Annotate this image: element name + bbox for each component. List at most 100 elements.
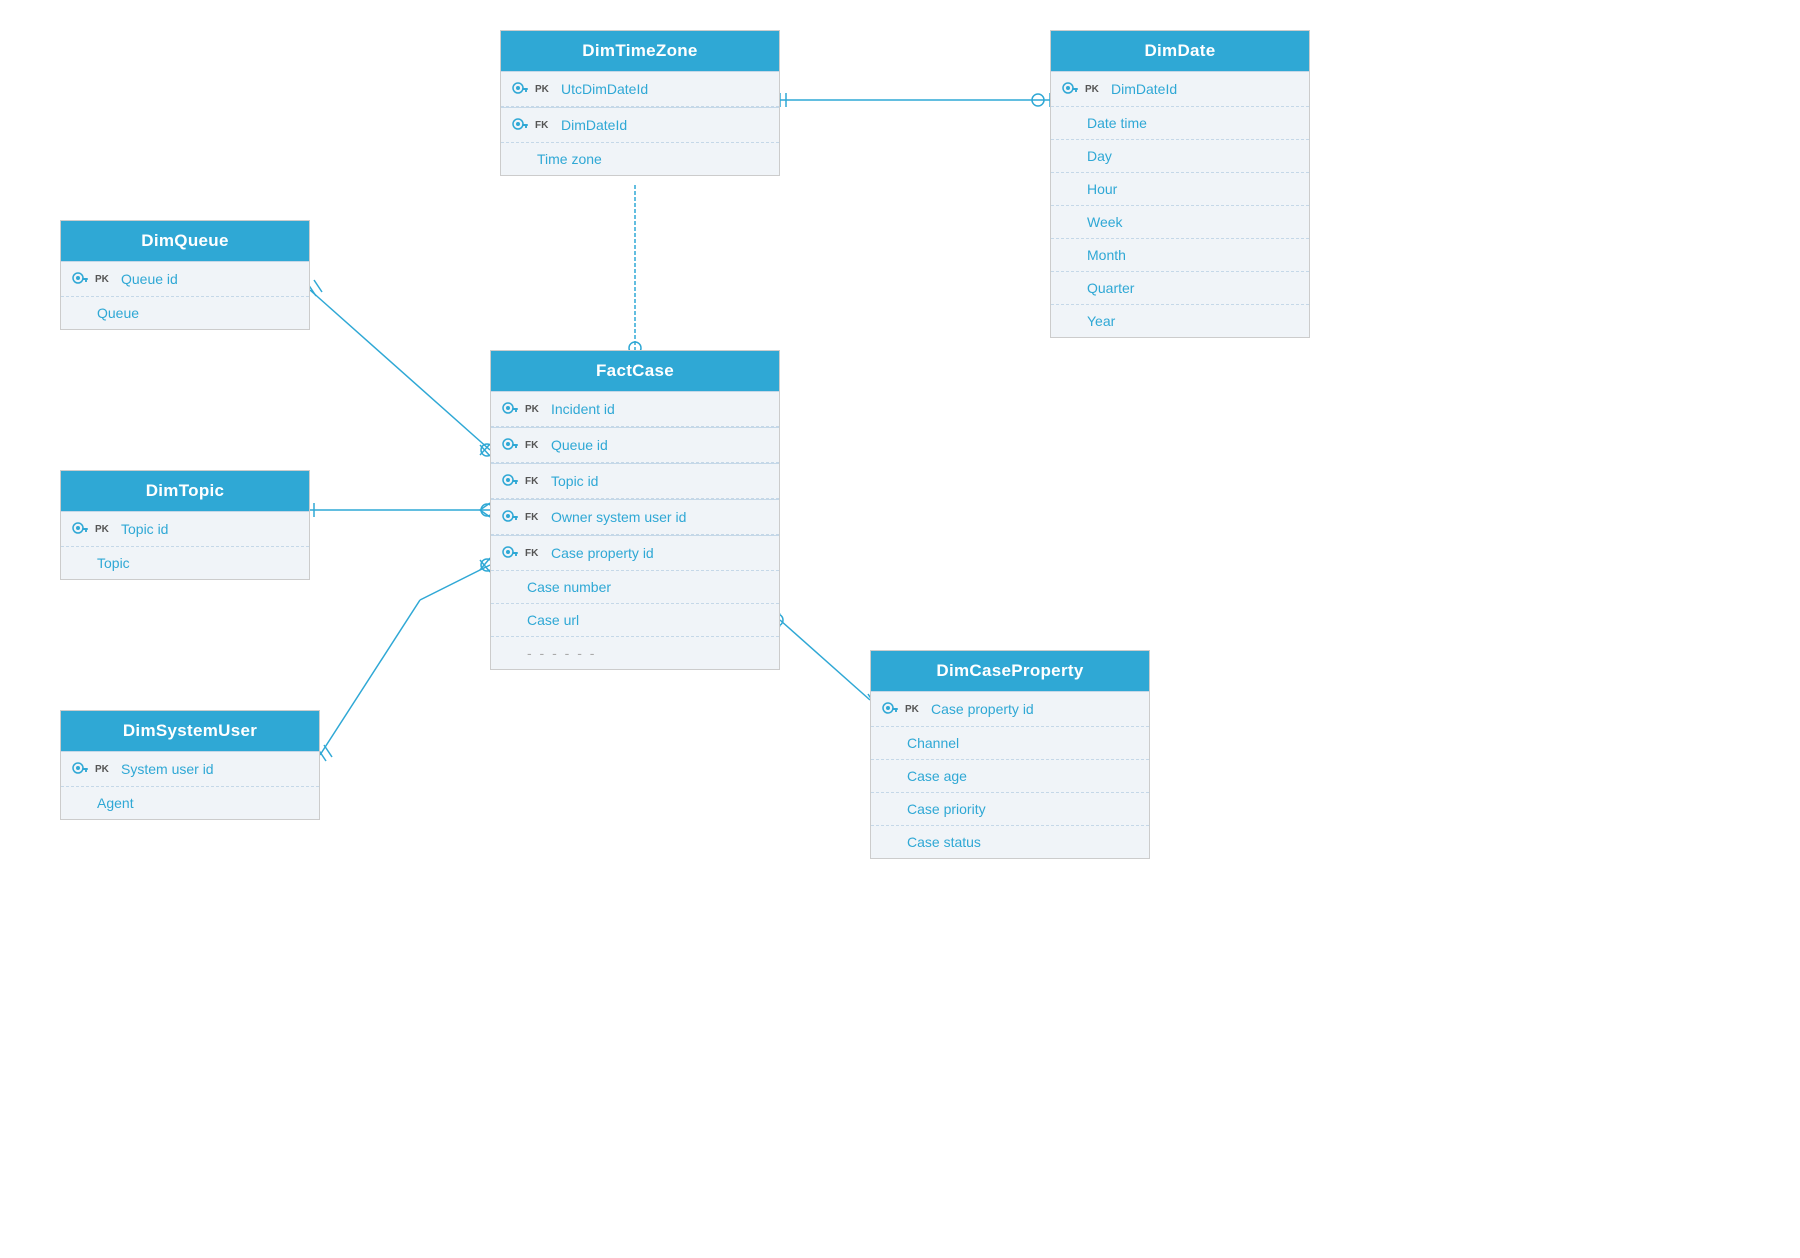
- factcase-fk4-badge: FK: [525, 548, 545, 559]
- factcase-row-fk-topic: FK Topic id: [491, 463, 779, 499]
- dimtopic-pk-badge: PK: [95, 524, 115, 535]
- entity-dimtopic-header: DimTopic: [61, 471, 309, 511]
- entity-dimdate-header: DimDate: [1051, 31, 1309, 71]
- factcase-row-dots: - - - - - -: [491, 637, 779, 669]
- dimcaseproperty-field-channel: Channel: [907, 735, 959, 751]
- dimtopic-row-pk: PK Topic id: [61, 511, 309, 547]
- entity-dimsystemuser: DimSystemUser PK System user id Agent: [60, 710, 320, 820]
- dimdate-row-day: Day: [1051, 140, 1309, 173]
- dimcaseproperty-field-casestatus: Case status: [907, 834, 981, 850]
- entity-dimcaseproperty-body: PK Case property id Channel Case age Cas…: [871, 691, 1149, 858]
- dimcaseproperty-row-casestatus: Case status: [871, 826, 1149, 858]
- entity-dimsystemuser-body: PK System user id Agent: [61, 751, 319, 819]
- factcase-field-caseprop: Case property id: [551, 545, 654, 561]
- dimdate-row-pk: PK DimDateId: [1051, 71, 1309, 107]
- dimtimezone-field-timezone: Time zone: [537, 151, 602, 167]
- dimdate-field-quarter: Quarter: [1087, 280, 1134, 296]
- key-icon-dimtopic-pk: [71, 520, 89, 538]
- factcase-field-caseurl: Case url: [527, 612, 579, 628]
- entity-dimsystemuser-header: DimSystemUser: [61, 711, 319, 751]
- dimdate-field-month: Month: [1087, 247, 1126, 263]
- dimqueue-field-id: Queue id: [121, 271, 178, 287]
- dimdate-pk-badge: PK: [1085, 84, 1105, 95]
- entity-dimtimezone-body: PK UtcDimDateId FK DimDateId Time zone: [501, 71, 779, 175]
- key-icon-dimcaseproperty-pk: [881, 700, 899, 718]
- entity-dimtimezone-header: DimTimeZone: [501, 31, 779, 71]
- dimtimezone-row-fk: FK DimDateId: [501, 107, 779, 143]
- dimqueue-row-pk: PK Queue id: [61, 261, 309, 297]
- key-icon-factcase-fk1: [501, 436, 519, 454]
- dimqueue-row-queue: Queue: [61, 297, 309, 329]
- dimcaseproperty-row-casepriority: Case priority: [871, 793, 1149, 826]
- key-icon-dimdate-pk: [1061, 80, 1079, 98]
- dimdate-field-datetime: Date time: [1087, 115, 1147, 131]
- entity-dimtimezone: DimTimeZone PK UtcDimDateId FK DimDateId…: [500, 30, 780, 176]
- dimsystemuser-row-agent: Agent: [61, 787, 319, 819]
- dimdate-row-hour: Hour: [1051, 173, 1309, 206]
- factcase-field-casenumber: Case number: [527, 579, 611, 595]
- factcase-pk-badge: PK: [525, 404, 545, 415]
- factcase-field-incident: Incident id: [551, 401, 615, 417]
- dimdate-field-id: DimDateId: [1111, 81, 1177, 97]
- dimsystemuser-pk-badge: PK: [95, 764, 115, 775]
- dimtopic-row-topic: Topic: [61, 547, 309, 579]
- entity-dimdate: DimDate PK DimDateId Date time Day Hour …: [1050, 30, 1310, 338]
- dimtimezone-pk-badge: PK: [535, 84, 555, 95]
- key-icon-factcase-fk4: [501, 544, 519, 562]
- factcase-row-caseurl: Case url: [491, 604, 779, 637]
- dimsystemuser-field-agent: Agent: [97, 795, 134, 811]
- dimtimezone-field-utcdimdate: UtcDimDateId: [561, 81, 648, 97]
- dimcaseproperty-pk-badge: PK: [905, 704, 925, 715]
- key-icon-factcase-fk3: [501, 508, 519, 526]
- dimdate-field-week: Week: [1087, 214, 1123, 230]
- factcase-field-topic: Topic id: [551, 473, 598, 489]
- key-icon-fk1: [511, 116, 529, 134]
- dimdate-field-hour: Hour: [1087, 181, 1117, 197]
- diagram-container: DimTimeZone PK UtcDimDateId FK DimDateId…: [0, 0, 1800, 1258]
- factcase-row-casenumber: Case number: [491, 571, 779, 604]
- factcase-fk1-badge: FK: [525, 440, 545, 451]
- factcase-row-fk-owner: FK Owner system user id: [491, 499, 779, 535]
- key-icon-factcase-fk2: [501, 472, 519, 490]
- dimdate-row-year: Year: [1051, 305, 1309, 337]
- factcase-row-pk: PK Incident id: [491, 391, 779, 427]
- dimcaseproperty-row-channel: Channel: [871, 727, 1149, 760]
- entity-dimcaseproperty-header: DimCaseProperty: [871, 651, 1149, 691]
- dimtopic-field-topic: Topic: [97, 555, 130, 571]
- key-icon-pk1: [511, 80, 529, 98]
- dimcaseproperty-field-id: Case property id: [931, 701, 1034, 717]
- dimcaseproperty-row-caseage: Case age: [871, 760, 1149, 793]
- dimdate-row-week: Week: [1051, 206, 1309, 239]
- dimtopic-field-id: Topic id: [121, 521, 168, 537]
- dimdate-field-day: Day: [1087, 148, 1112, 164]
- factcase-row-fk-caseprop: FK Case property id: [491, 535, 779, 571]
- entity-factcase: FactCase PK Incident id FK Queue id: [490, 350, 780, 670]
- factcase-fk3-badge: FK: [525, 512, 545, 523]
- dimdate-row-month: Month: [1051, 239, 1309, 272]
- entity-dimtopic: DimTopic PK Topic id Topic: [60, 470, 310, 580]
- dimqueue-pk-badge: PK: [95, 274, 115, 285]
- key-icon-dimsystemuser-pk: [71, 760, 89, 778]
- factcase-field-dots: - - - - - -: [527, 645, 596, 661]
- dimqueue-field-queue: Queue: [97, 305, 139, 321]
- entity-dimtopic-body: PK Topic id Topic: [61, 511, 309, 579]
- entity-dimdate-body: PK DimDateId Date time Day Hour Week Mon…: [1051, 71, 1309, 337]
- entity-dimqueue-body: PK Queue id Queue: [61, 261, 309, 329]
- factcase-field-queue: Queue id: [551, 437, 608, 453]
- dimtimezone-fk-badge: FK: [535, 120, 555, 131]
- dimcaseproperty-field-caseage: Case age: [907, 768, 967, 784]
- dimtimezone-row-pk: PK UtcDimDateId: [501, 71, 779, 107]
- dimtimezone-field-dimdate: DimDateId: [561, 117, 627, 133]
- dimsystemuser-field-id: System user id: [121, 761, 214, 777]
- dimdate-row-quarter: Quarter: [1051, 272, 1309, 305]
- connectors-svg: [0, 0, 1800, 1258]
- entity-dimqueue-header: DimQueue: [61, 221, 309, 261]
- entity-factcase-header: FactCase: [491, 351, 779, 391]
- dimcaseproperty-row-pk: PK Case property id: [871, 691, 1149, 727]
- dimdate-field-year: Year: [1087, 313, 1115, 329]
- entity-factcase-body: PK Incident id FK Queue id FK Topic id: [491, 391, 779, 669]
- entity-dimqueue: DimQueue PK Queue id Queue: [60, 220, 310, 330]
- dimcaseproperty-field-casepriority: Case priority: [907, 801, 986, 817]
- key-icon-factcase-pk: [501, 400, 519, 418]
- dimtimezone-row-timezone: Time zone: [501, 143, 779, 175]
